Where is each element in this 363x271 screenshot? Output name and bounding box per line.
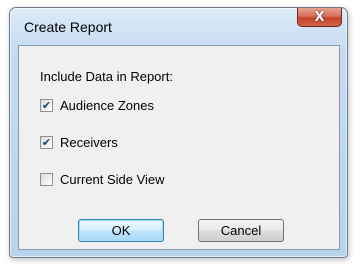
audience-zones-option[interactable]: ✔ Audience Zones — [40, 97, 154, 113]
close-button[interactable]: X — [297, 8, 342, 27]
ok-button[interactable]: OK — [78, 219, 164, 242]
receivers-label[interactable]: Receivers — [60, 135, 118, 150]
receivers-checkbox[interactable]: ✔ — [40, 135, 53, 149]
checkmark-icon: ✔ — [41, 135, 52, 149]
current-side-view-label[interactable]: Current Side View — [60, 172, 165, 187]
receivers-option[interactable]: ✔ Receivers — [40, 134, 118, 150]
dialog-title: Create Report — [24, 19, 112, 35]
checkmark-icon: ✔ — [41, 98, 52, 112]
dialog-body: Include Data in Report: ✔ Audience Zones… — [18, 45, 340, 250]
audience-zones-checkbox[interactable]: ✔ — [40, 98, 53, 112]
current-side-view-checkbox[interactable]: ✔ — [40, 172, 53, 186]
create-report-dialog: Create Report X Include Data in Report: … — [9, 7, 348, 258]
cancel-button[interactable]: Cancel — [198, 219, 284, 242]
include-data-label: Include Data in Report: — [40, 69, 173, 84]
current-side-view-option[interactable]: ✔ Current Side View — [40, 171, 165, 187]
close-icon: X — [314, 9, 325, 25]
title-bar[interactable]: Create Report X — [10, 8, 347, 38]
audience-zones-label[interactable]: Audience Zones — [60, 98, 154, 113]
